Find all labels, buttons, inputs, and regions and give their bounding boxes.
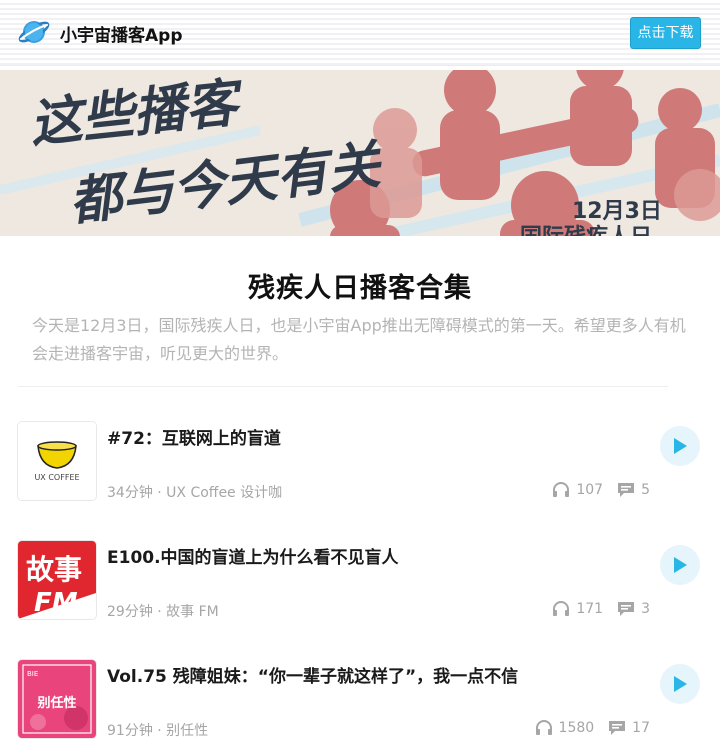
play-count: 171 [576, 601, 604, 617]
play-icon [674, 676, 687, 692]
episode-meta: 29分钟 · 故事 FM [107, 604, 219, 620]
comment-icon [609, 721, 626, 735]
play-button[interactable] [660, 664, 700, 704]
comment-count: 17 [632, 720, 650, 736]
episode-item[interactable]: BIE 别任性 Vol.75 残障姐妹：“你一辈子就这样了”，我一点不信 91分… [0, 660, 720, 753]
coffee-cup-icon: UX COFFEE [18, 422, 96, 500]
comment-count: 5 [641, 482, 650, 498]
cover-brand-label: UX COFFEE [34, 473, 79, 482]
episode-item[interactable]: 故事 FM E100.中国的盲道上为什么看不见盲人 29分钟 · 故事 FM 1… [0, 541, 720, 656]
episode-item[interactable]: UX COFFEE #72：互联网上的盲道 34分钟 · UX Coffee 设… [0, 422, 720, 537]
episode-title[interactable]: E100.中国的盲道上为什么看不见盲人 [107, 543, 399, 568]
banner-date: 12月3日 [572, 199, 662, 224]
collection-title: 残疾人日播客合集 [248, 273, 472, 304]
episode-title[interactable]: Vol.75 残障姐妹：“你一辈子就这样了”，我一点不信 [107, 662, 518, 687]
play-button[interactable] [660, 426, 700, 466]
headphones-icon [553, 482, 570, 497]
app-name: 小宇宙播客App [60, 26, 183, 46]
app-header: 小宇宙播客App 点击下载 [0, 0, 720, 66]
play-count: 107 [576, 482, 604, 498]
comment-icon [618, 483, 635, 497]
cover-title: 故事 [26, 553, 82, 586]
episode-cover: 故事 FM [18, 541, 96, 619]
episode-cover: BIE 别任性 [18, 660, 96, 738]
bie-ren-xing-logo-icon: BIE 别任性 [18, 660, 96, 738]
comment-count: 3 [641, 601, 650, 617]
episode-cover: UX COFFEE [18, 422, 96, 500]
episode-meta: 91分钟 · 别任性 [107, 723, 209, 739]
cover-title: 别任性 [36, 695, 76, 711]
play-icon [674, 557, 687, 573]
episode-meta: 34分钟 · UX Coffee 设计咖 [107, 485, 283, 501]
play-button[interactable] [660, 545, 700, 585]
collection-description: 今天是12月3日，国际残疾人日，也是小宇宙App推出无障碍模式的第一天。希望更多… [32, 316, 686, 363]
download-button[interactable]: 点击下载 [630, 17, 701, 49]
cover-small-label: BIE [27, 670, 38, 678]
planet-logo-icon [17, 15, 51, 49]
banner-event: 国际残疾人日 [520, 224, 652, 236]
cover-subtitle: FM [34, 588, 78, 618]
comment-icon [618, 602, 635, 616]
headphones-icon [535, 720, 552, 735]
play-icon [674, 438, 687, 454]
episode-stats: 107 5 [552, 482, 650, 498]
episode-stats: 171 3 [552, 601, 650, 617]
collection-banner: 这些播客 都与今天有关 12月3日 国际残疾人日 [0, 70, 720, 236]
episode-title[interactable]: #72：互联网上的盲道 [107, 424, 281, 449]
gushi-fm-logo-icon: 故事 FM [18, 541, 96, 619]
headphones-icon [553, 601, 570, 616]
play-count: 1580 [558, 720, 595, 736]
episode-stats: 1580 17 [535, 720, 650, 736]
divider [18, 386, 668, 387]
